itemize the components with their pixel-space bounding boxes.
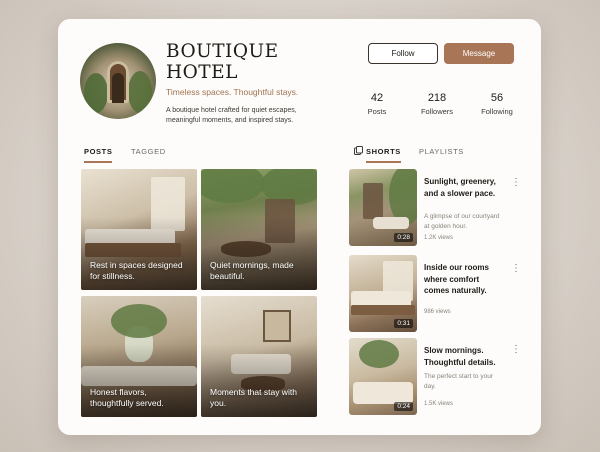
post-greenery <box>201 169 265 203</box>
profile-card: BOUTIQUE HOTEL Timeless spaces. Thoughtf… <box>58 19 541 435</box>
short-views: 1.5K views <box>424 401 454 407</box>
short-thumbnail[interactable]: 0:31 <box>349 255 417 332</box>
avatar-foliage-right <box>128 71 152 113</box>
more-vertical-icon[interactable]: ⋮ <box>511 178 521 188</box>
post-flowers <box>111 304 167 338</box>
post-tile[interactable]: Moments that stay with you. <box>201 296 317 417</box>
stat-followers[interactable]: 218 Followers <box>418 92 456 116</box>
post-caption: Rest in spaces designed for stillness. <box>90 260 183 281</box>
short-item[interactable]: 0:31 Inside our rooms where comfort come… <box>349 255 499 332</box>
short-duration: 0:24 <box>394 402 413 411</box>
follow-button[interactable]: Follow <box>368 43 438 64</box>
tab-playlists[interactable]: PLAYLISTS <box>419 147 464 161</box>
post-tile[interactable]: Honest flavors, thoughtfully served. <box>81 296 197 417</box>
short-flowers <box>359 340 399 368</box>
short-blanket <box>351 305 415 315</box>
short-thumbnail[interactable]: 0:24 <box>349 338 417 415</box>
short-title: Inside our rooms where comfort comes nat… <box>424 263 489 295</box>
post-frame <box>263 310 291 342</box>
avatar-door <box>112 73 124 103</box>
stat-following[interactable]: 56 Following <box>478 92 516 116</box>
stat-posts-label: Posts <box>367 107 387 116</box>
message-button[interactable]: Message <box>444 43 514 64</box>
profile-name: BOUTIQUE HOTEL <box>166 41 336 83</box>
tab-tagged[interactable]: TAGGED <box>131 147 166 161</box>
more-vertical-icon[interactable]: ⋮ <box>511 345 521 355</box>
tab-posts[interactable]: POSTS <box>84 147 113 163</box>
profile-tagline: Timeless spaces. Thoughtful stays. <box>166 87 299 97</box>
short-title: Sunlight, greenery, and a slower pace. <box>424 177 496 198</box>
profile-bio: A boutique hotel crafted for quiet escap… <box>166 107 297 124</box>
short-title: Slow mornings. Thoughtful details. <box>424 346 496 367</box>
tab-shorts[interactable]: SHORTS <box>366 147 401 163</box>
short-item[interactable]: 0:28 Sunlight, greenery, and a slower pa… <box>349 169 500 246</box>
short-table <box>353 382 413 404</box>
post-tile[interactable]: Rest in spaces designed for stillness. <box>81 169 197 290</box>
profile-name-line2: HOTEL <box>166 62 238 83</box>
post-tile[interactable]: Quiet mornings, made beautiful. <box>201 169 317 290</box>
more-vertical-icon[interactable]: ⋮ <box>511 264 521 274</box>
profile-name-line1: BOUTIQUE <box>166 41 279 62</box>
post-caption: Honest flavors, thoughtfully served. <box>90 387 164 408</box>
shorts-icon <box>354 146 363 155</box>
stat-followers-value: 218 <box>427 92 447 104</box>
stat-followers-label: Followers <box>420 107 454 116</box>
stat-following-label: Following <box>481 107 513 116</box>
profile-avatar[interactable] <box>80 43 156 119</box>
short-views: 986 views <box>424 309 451 315</box>
avatar-foliage-left <box>84 73 108 113</box>
short-item[interactable]: 0:24 Slow mornings. Thoughtful details. … <box>349 338 499 415</box>
short-subtitle: The perfect start to your day. <box>424 373 494 390</box>
short-duration: 0:28 <box>394 233 413 242</box>
short-thumbnail[interactable]: 0:28 <box>349 169 417 246</box>
short-duration: 0:31 <box>394 319 413 328</box>
stat-posts[interactable]: 42 Posts <box>365 92 389 116</box>
short-subtitle: A glimpse of our courtyard at golden hou… <box>424 213 500 230</box>
post-caption: Moments that stay with you. <box>210 387 297 408</box>
short-views: 1.2K views <box>424 235 454 241</box>
post-caption: Quiet mornings, made beautiful. <box>210 260 294 281</box>
short-sofa <box>373 217 409 229</box>
stat-posts-value: 42 <box>370 92 384 104</box>
stat-following-value: 56 <box>490 92 504 104</box>
short-doorway <box>363 183 383 219</box>
